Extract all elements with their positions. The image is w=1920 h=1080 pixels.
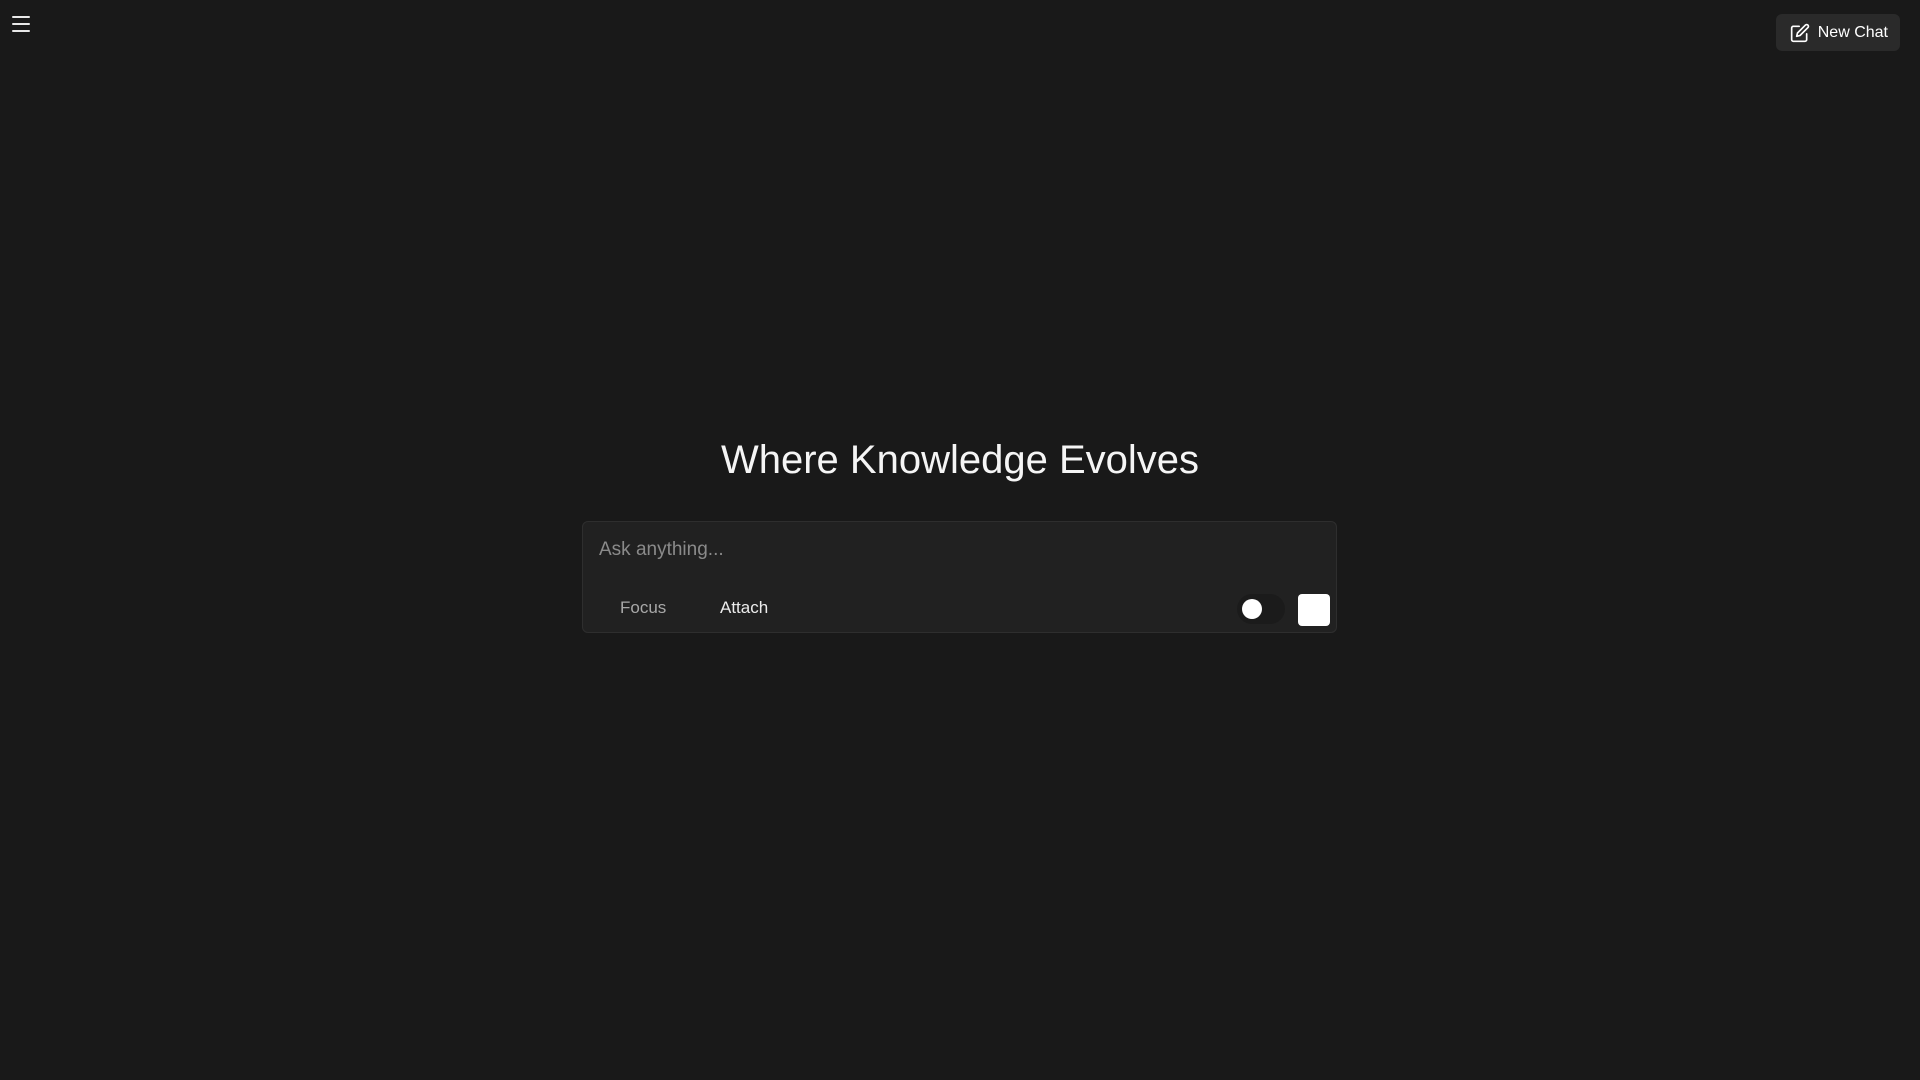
new-chat-label: New Chat	[1817, 23, 1888, 41]
menu-line	[12, 16, 30, 18]
mode-toggle[interactable]	[1237, 594, 1285, 624]
edit-icon	[1790, 23, 1810, 43]
search-input[interactable]	[597, 534, 1321, 566]
page-title: Where Knowledge Evolves	[720, 438, 1200, 482]
send-button[interactable]	[1298, 594, 1330, 626]
menu-line	[12, 23, 30, 25]
attach-button[interactable]: Attach	[720, 598, 768, 618]
composer: Focus Attach	[582, 521, 1337, 633]
focus-button[interactable]: Focus	[620, 598, 666, 618]
hamburger-menu-icon[interactable]	[12, 14, 36, 34]
menu-line	[12, 30, 30, 32]
toggle-knob	[1242, 599, 1262, 619]
new-chat-button[interactable]: New Chat	[1775, 14, 1900, 51]
